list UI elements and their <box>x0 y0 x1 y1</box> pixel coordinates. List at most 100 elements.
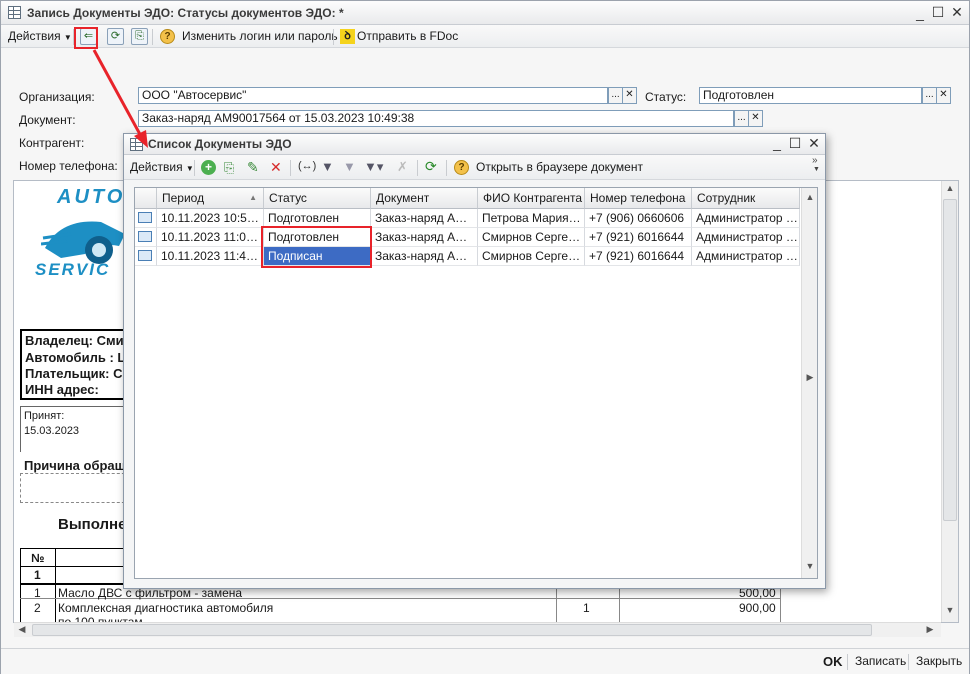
interval-icon[interactable]: (↔) <box>298 160 316 172</box>
table-header-1: 1 <box>34 568 41 582</box>
scroll-left-icon[interactable]: ◀ <box>14 624 30 635</box>
sort-asc-icon: ▲ <box>249 193 257 202</box>
cell-period[interactable]: 10.11.2023 11:48:... <box>157 247 264 266</box>
preview-vertical-scrollbar[interactable]: ▲ ▼ <box>941 181 958 622</box>
row-icon-cell <box>135 247 157 266</box>
select-button[interactable]: ... <box>734 110 749 127</box>
copy-icon[interactable]: ⎘ <box>224 160 234 176</box>
phone-label: Номер телефона: <box>19 159 118 173</box>
toolbar-separator <box>290 160 291 176</box>
column-header-status[interactable]: Статус <box>264 188 371 209</box>
cell-employee[interactable]: Администратор 5S <box>692 209 800 228</box>
preview-horizontal-scrollbar[interactable]: ◀ ▶ <box>14 622 941 637</box>
cell-fio[interactable]: Петрова Мария С... <box>478 209 585 228</box>
column-header-period[interactable]: Период ▲ <box>157 188 264 209</box>
column-header-employee[interactable]: Сотрудник <box>692 188 800 209</box>
clear-button[interactable]: ✕ <box>748 110 763 127</box>
owner-line: Владелец: Сми <box>25 333 124 348</box>
scroll-up-icon[interactable]: ▲ <box>802 192 818 202</box>
cell-document[interactable]: Заказ-наряд АМ9... <box>371 209 478 228</box>
logo-text-top: AUTO <box>57 186 126 208</box>
document-icon <box>138 231 152 242</box>
cell-phone[interactable]: +7 (921) 6016644 <box>585 247 692 266</box>
column-header-phone[interactable]: Номер телефона <box>585 188 692 209</box>
refresh-icon[interactable]: ⟳ <box>107 28 124 45</box>
accepted-label: Принят: <box>24 410 65 422</box>
delete-icon[interactable]: ✕ <box>270 159 282 176</box>
maximize-icon[interactable]: ☐ <box>787 135 803 151</box>
payer-line: Плательщик: С <box>25 366 123 381</box>
ok-button[interactable]: OK <box>823 654 843 669</box>
clear-button[interactable]: ✕ <box>622 87 637 104</box>
cell-fio[interactable]: Смирнов Сергей ... <box>478 228 585 247</box>
save-button[interactable]: Записать <box>855 654 906 668</box>
send-fdoc-button[interactable]: Отправить в FDoc <box>357 29 458 43</box>
select-button[interactable]: ... <box>608 87 623 104</box>
filter-icon[interactable]: ▼ <box>321 159 334 174</box>
chevron-down-icon[interactable]: ▼ <box>813 166 820 173</box>
clear-button[interactable]: ✕ <box>936 87 951 104</box>
close-icon[interactable]: ✕ <box>949 4 965 20</box>
clear-filter-icon[interactable]: ✗ <box>397 159 408 175</box>
document-label: Документ: <box>19 113 76 127</box>
edit-icon[interactable]: ✎ <box>247 159 259 176</box>
refresh-icon[interactable]: ⟳ <box>425 158 437 175</box>
scroll-down-icon[interactable]: ▼ <box>942 605 958 615</box>
popup-toolbar: Действия ▼ + ⎘ ✎ ✕ (↔) ▼ ▼ ▼▾ ✗ ⟳ ? Откр… <box>124 155 825 180</box>
add-icon[interactable]: + <box>201 160 216 175</box>
organization-field[interactable]: ООО "Автосервис" <box>138 87 608 104</box>
open-in-browser-button[interactable]: Открыть в браузере документ <box>476 160 643 174</box>
minimize-icon[interactable]: _ <box>769 135 785 151</box>
column-header-fio[interactable]: ФИО Контрагента <box>478 188 585 209</box>
header-label: Период <box>162 191 205 205</box>
scroll-thumb[interactable] <box>32 624 872 636</box>
cell-period[interactable]: 10.11.2023 10:58:... <box>157 209 264 228</box>
copy-icon[interactable]: ⎘ <box>131 28 148 45</box>
cell-phone[interactable]: +7 (921) 6016644 <box>585 228 692 247</box>
cell-employee[interactable]: Администратор 5S <box>692 247 800 266</box>
scroll-thumb[interactable] <box>943 199 957 521</box>
scroll-down-icon[interactable]: ▼ <box>802 561 818 571</box>
select-button[interactable]: ... <box>922 87 937 104</box>
actions-menu[interactable]: Действия ▼ <box>8 29 72 43</box>
document-icon <box>138 212 152 223</box>
row1-no: 1 <box>34 586 41 600</box>
more-icon[interactable]: » <box>812 155 818 166</box>
fdoc-icon: ꝺ <box>340 29 355 44</box>
popup-actions-menu[interactable]: Действия ▼ <box>130 160 194 174</box>
popup-titlebar[interactable]: Список Документы ЭДО _ ☐ ✕ <box>124 134 825 155</box>
cell-document[interactable]: Заказ-наряд АМ9... <box>371 228 478 247</box>
close-button[interactable]: Закрыть <box>916 654 962 668</box>
change-login-button[interactable]: Изменить логин или пароль <box>182 29 338 43</box>
close-icon[interactable]: ✕ <box>806 135 822 151</box>
footer-separator <box>847 654 848 670</box>
help-icon: ? <box>454 160 469 175</box>
toolbar-separator <box>333 29 334 45</box>
maximize-icon[interactable]: ☐ <box>930 4 946 20</box>
actions-label: Действия <box>130 160 183 174</box>
cell-document[interactable]: Заказ-наряд АМ9... <box>371 247 478 266</box>
status-field[interactable]: Подготовлен <box>699 87 922 104</box>
column-header-document[interactable]: Документ <box>371 188 478 209</box>
main-titlebar[interactable]: Запись Документы ЭДО: Статусы документов… <box>1 1 969 25</box>
main-toolbar: Действия ▼ ⇐ ⟳ ⎘ ? Изменить логин или па… <box>1 25 969 48</box>
cell-employee[interactable]: Администратор 5S <box>692 228 800 247</box>
document-icon <box>138 250 152 261</box>
minimize-icon[interactable]: _ <box>912 5 928 21</box>
scroll-right-icon[interactable]: ▶ <box>922 624 938 635</box>
table-icon <box>130 138 143 151</box>
organization-label: Организация: <box>19 90 95 104</box>
logo-text-bottom: SERVIC <box>35 260 111 279</box>
scroll-up-icon[interactable]: ▲ <box>942 183 958 193</box>
row2-no: 2 <box>34 601 41 615</box>
cell-fio[interactable]: Смирнов Сергей ... <box>478 247 585 266</box>
cell-phone[interactable]: +7 (906) 0660606 <box>585 209 692 228</box>
row2-name: Комплексная диагностика автомобиля <box>58 601 274 615</box>
filter-dropdown-icon[interactable]: ▼▾ <box>364 159 383 175</box>
document-field[interactable]: Заказ-наряд АМ90017564 от 15.03.2023 10:… <box>138 110 734 127</box>
filter-value-icon[interactable]: ▼ <box>343 159 356 174</box>
table-vertical-scrollbar[interactable]: ▲ ▶ ▼ <box>801 188 817 578</box>
scroll-middle-icon[interactable]: ▶ <box>802 372 818 383</box>
row2-sum: 900,00 <box>739 601 776 615</box>
cell-period[interactable]: 10.11.2023 11:00:... <box>157 228 264 247</box>
